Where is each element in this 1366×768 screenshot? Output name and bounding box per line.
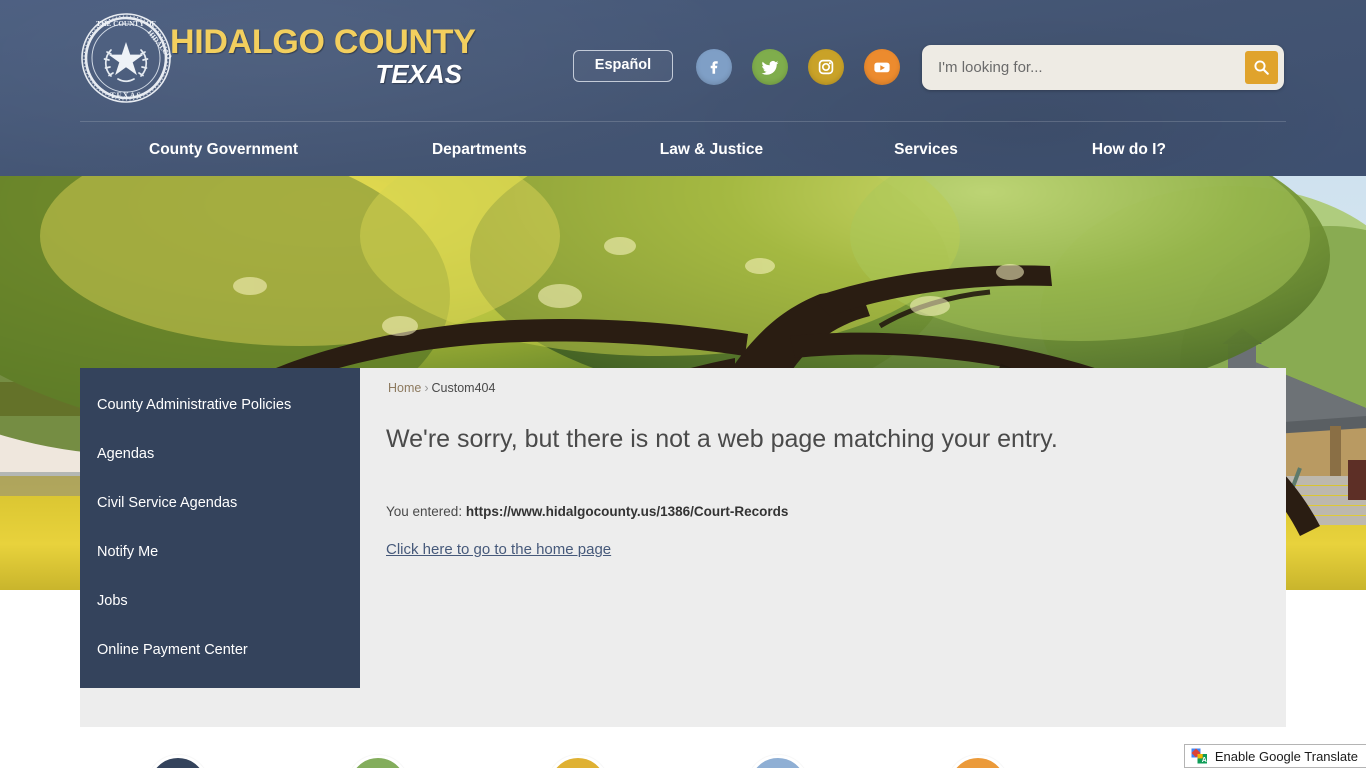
twitter-icon[interactable]: [752, 49, 788, 85]
nav-item-services[interactable]: Services: [894, 141, 958, 159]
footer-circle-2[interactable]: [347, 755, 409, 768]
nav-item-law-justice[interactable]: Law & Justice: [660, 141, 763, 159]
county-seal-icon[interactable]: THE COUNTY OF TEXAS HIDALGO: [80, 12, 174, 104]
nav-item-county-government[interactable]: County Government: [149, 141, 298, 159]
site-header: THE COUNTY OF TEXAS HIDALGO HIDALGO COUN…: [0, 0, 1366, 176]
sidebar-item-county-administrative-policies[interactable]: County Administrative Policies: [80, 396, 360, 415]
breadcrumb-home-link[interactable]: Home: [388, 381, 421, 395]
page-body: County Administrative Policies Agendas C…: [0, 368, 1366, 727]
search-input[interactable]: [936, 45, 1236, 90]
footer-circle-1[interactable]: [147, 755, 209, 768]
go-home-link[interactable]: Click here to go to the home page: [386, 541, 611, 558]
breadcrumb-current-page: Custom404: [431, 381, 496, 395]
footer-circle-5[interactable]: [947, 755, 1009, 768]
svg-text:A: A: [1202, 757, 1207, 764]
main-navigation: County Government Departments Law & Just…: [80, 121, 1286, 176]
social-links: [696, 49, 900, 85]
espanol-button[interactable]: Español: [573, 50, 673, 82]
sidebar-item-jobs[interactable]: Jobs: [80, 592, 360, 611]
sidebar-item-notify-me[interactable]: Notify Me: [80, 543, 360, 562]
svg-text:THE COUNTY OF: THE COUNTY OF: [96, 20, 156, 28]
entered-url-value: https://www.hidalgocounty.us/1386/Court-…: [465, 504, 789, 519]
youtube-icon[interactable]: [864, 49, 900, 85]
nav-item-how-do-i[interactable]: How do I?: [1092, 141, 1166, 159]
nav-item-departments[interactable]: Departments: [432, 141, 527, 159]
entered-url-line: You entered: https://www.hidalgocounty.u…: [386, 504, 788, 519]
instagram-icon[interactable]: [808, 49, 844, 85]
site-footer: [0, 727, 1366, 768]
footer-quicklink-circles: [0, 755, 1366, 768]
search-bar: [922, 45, 1284, 90]
search-button[interactable]: [1245, 51, 1278, 84]
site-logo-wordmark[interactable]: HIDALGO COUNTY TEXAS: [170, 24, 490, 88]
enable-google-translate-button[interactable]: A Enable Google Translate: [1183, 744, 1366, 768]
sidebar-item-agendas[interactable]: Agendas: [80, 445, 360, 464]
sidebar-item-civil-service-agendas[interactable]: Civil Service Agendas: [80, 494, 360, 513]
google-translate-icon: A: [1191, 748, 1208, 764]
brand-line-texas: TEXAS: [375, 59, 462, 89]
brand-line-county: HIDALGO COUNTY: [170, 23, 476, 61]
breadcrumb-separator: ›: [424, 381, 429, 395]
facebook-icon[interactable]: [696, 49, 732, 85]
search-icon: [1254, 60, 1269, 75]
enable-google-translate-label: Enable Google Translate: [1214, 748, 1358, 764]
sidebar-menu: County Administrative Policies Agendas C…: [80, 368, 360, 688]
footer-circle-3[interactable]: [547, 755, 609, 768]
sidebar-item-online-payment-center[interactable]: Online Payment Center: [80, 641, 360, 660]
footer-circle-4[interactable]: [747, 755, 809, 768]
breadcrumb: Home › Custom404: [388, 381, 495, 395]
error-heading: We're sorry, but there is not a web page…: [386, 425, 1058, 453]
svg-text:TEXAS: TEXAS: [110, 91, 142, 100]
entered-label: You entered:: [386, 504, 463, 519]
header-top-bar: THE COUNTY OF TEXAS HIDALGO HIDALGO COUN…: [0, 0, 1366, 121]
